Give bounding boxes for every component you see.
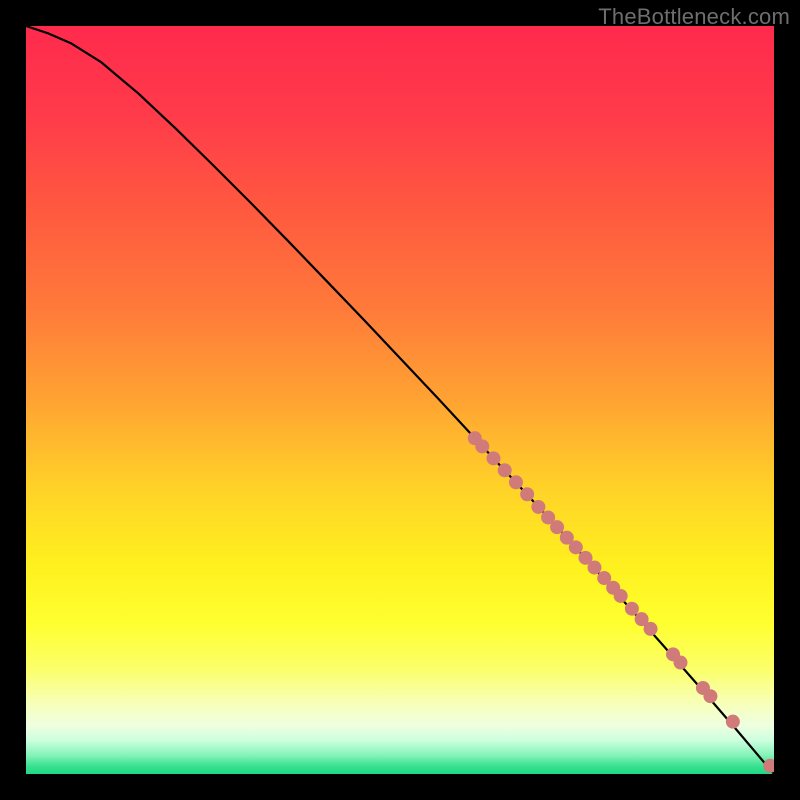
- data-dot: [475, 439, 489, 453]
- data-dot: [625, 602, 639, 616]
- background-gradient: [26, 26, 774, 774]
- data-dot: [520, 487, 534, 501]
- data-dot: [550, 520, 564, 534]
- data-dot: [703, 689, 717, 703]
- watermark-text: TheBottleneck.com: [598, 4, 790, 30]
- data-dot: [531, 500, 545, 514]
- data-dot: [587, 561, 601, 575]
- data-dot: [674, 656, 688, 670]
- chart-stage: TheBottleneck.com: [0, 0, 800, 800]
- data-dot: [498, 463, 512, 477]
- data-dot: [644, 622, 658, 636]
- data-dot: [569, 540, 583, 554]
- plot-area: [26, 26, 774, 774]
- data-dot: [509, 475, 523, 489]
- data-dot: [726, 715, 740, 729]
- data-dot: [487, 451, 501, 465]
- data-dot: [614, 589, 628, 603]
